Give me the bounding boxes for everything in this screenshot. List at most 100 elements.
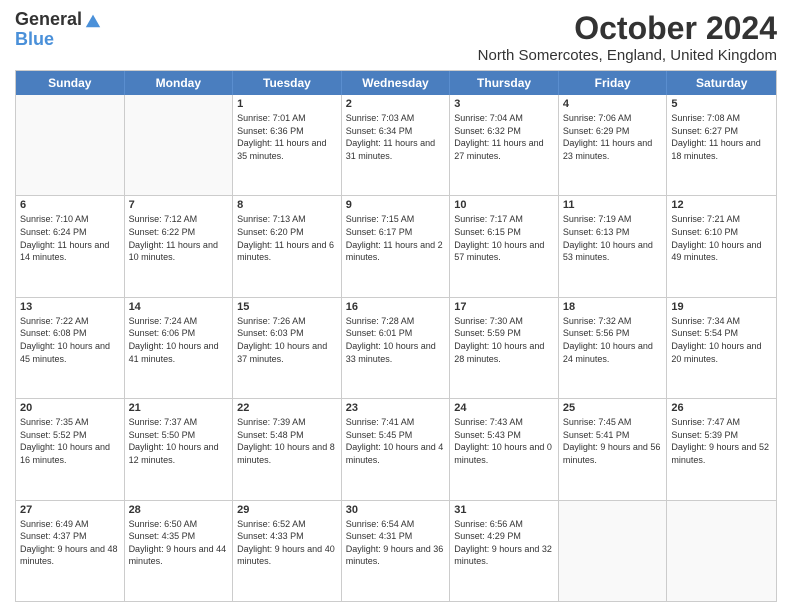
day-header-thursday: Thursday <box>450 71 559 95</box>
day-info: Sunrise: 7:01 AM Sunset: 6:36 PM Dayligh… <box>237 112 337 162</box>
day-info: Sunrise: 7:10 AM Sunset: 6:24 PM Dayligh… <box>20 213 120 263</box>
day-number: 10 <box>454 199 554 211</box>
day-number: 8 <box>237 199 337 211</box>
day-number: 24 <box>454 402 554 414</box>
day-number: 9 <box>346 199 446 211</box>
day-info: Sunrise: 7:26 AM Sunset: 6:03 PM Dayligh… <box>237 315 337 365</box>
day-cell-3: 3Sunrise: 7:04 AM Sunset: 6:32 PM Daylig… <box>450 95 559 195</box>
day-cell-31: 31Sunrise: 6:56 AM Sunset: 4:29 PM Dayli… <box>450 501 559 601</box>
day-cell-8: 8 Sunrise: 7:13 AM Sunset: 6:20 PM Daylig… <box>233 196 342 296</box>
day-number: 28 <box>129 504 229 516</box>
empty-cell-w0d1 <box>125 95 234 195</box>
day-cell-27: 27Sunrise: 6:49 AM Sunset: 4:37 PM Dayli… <box>16 501 125 601</box>
day-cell-22: 22 Sunrise: 7:39 AM Sunset: 5:48 PM Dayli… <box>233 399 342 499</box>
calendar-body: 1 Sunrise: 7:01 AM Sunset: 6:36 PM Daylig… <box>16 95 776 601</box>
logo: General Blue <box>15 10 102 50</box>
day-number: 26 <box>671 402 772 414</box>
day-cell-16: 16 Sunrise: 7:28 AM Sunset: 6:01 PM Dayli… <box>342 298 451 398</box>
day-cell-9: 9 Sunrise: 7:15 AM Sunset: 6:17 PM Daylig… <box>342 196 451 296</box>
header: General Blue October 2024 North Somercot… <box>15 10 777 64</box>
day-info: Sunrise: 7:45 AM Sunset: 5:41 PM Dayligh… <box>563 416 663 466</box>
calendar: SundayMondayTuesdayWednesdayThursdayFrid… <box>15 70 777 602</box>
day-number: 6 <box>20 199 120 211</box>
day-cell-23: 23 Sunrise: 7:41 AM Sunset: 5:45 PM Dayli… <box>342 399 451 499</box>
day-header-sunday: Sunday <box>16 71 125 95</box>
day-number: 22 <box>237 402 337 414</box>
day-cell-19: 19Sunrise: 7:34 AM Sunset: 5:54 PM Dayli… <box>667 298 776 398</box>
empty-cell-w4d5 <box>559 501 668 601</box>
day-info: Sunrise: 7:30 AM Sunset: 5:59 PM Dayligh… <box>454 315 554 365</box>
day-header-wednesday: Wednesday <box>342 71 451 95</box>
day-info: Sunrise: 6:50 AM Sunset: 4:35 PM Dayligh… <box>129 518 229 568</box>
day-number: 29 <box>237 504 337 516</box>
day-header-tuesday: Tuesday <box>233 71 342 95</box>
day-header-friday: Friday <box>559 71 668 95</box>
day-info: Sunrise: 7:22 AM Sunset: 6:08 PM Dayligh… <box>20 315 120 365</box>
day-info: Sunrise: 7:17 AM Sunset: 6:15 PM Dayligh… <box>454 213 554 263</box>
title-block: October 2024 North Somercotes, England, … <box>478 10 777 64</box>
day-cell-7: 7Sunrise: 7:12 AM Sunset: 6:22 PM Daylig… <box>125 196 234 296</box>
day-info: Sunrise: 6:54 AM Sunset: 4:31 PM Dayligh… <box>346 518 446 568</box>
logo-icon <box>84 11 102 29</box>
day-header-monday: Monday <box>125 71 234 95</box>
day-cell-4: 4Sunrise: 7:06 AM Sunset: 6:29 PM Daylig… <box>559 95 668 195</box>
day-info: Sunrise: 7:15 AM Sunset: 6:17 PM Dayligh… <box>346 213 446 263</box>
day-info: Sunrise: 7:06 AM Sunset: 6:29 PM Dayligh… <box>563 112 663 162</box>
day-number: 18 <box>563 301 663 313</box>
day-cell-11: 11 Sunrise: 7:19 AM Sunset: 6:13 PM Dayli… <box>559 196 668 296</box>
logo-text-line1: General <box>15 10 82 30</box>
day-cell-17: 17Sunrise: 7:30 AM Sunset: 5:59 PM Dayli… <box>450 298 559 398</box>
day-info: Sunrise: 6:56 AM Sunset: 4:29 PM Dayligh… <box>454 518 554 568</box>
day-cell-10: 10 Sunrise: 7:17 AM Sunset: 6:15 PM Dayli… <box>450 196 559 296</box>
day-cell-12: 12Sunrise: 7:21 AM Sunset: 6:10 PM Dayli… <box>667 196 776 296</box>
day-info: Sunrise: 7:03 AM Sunset: 6:34 PM Dayligh… <box>346 112 446 162</box>
day-info: Sunrise: 7:32 AM Sunset: 5:56 PM Dayligh… <box>563 315 663 365</box>
day-number: 13 <box>20 301 120 313</box>
day-number: 19 <box>671 301 772 313</box>
day-cell-2: 2 Sunrise: 7:03 AM Sunset: 6:34 PM Daylig… <box>342 95 451 195</box>
day-cell-14: 14Sunrise: 7:24 AM Sunset: 6:06 PM Dayli… <box>125 298 234 398</box>
day-number: 3 <box>454 98 554 110</box>
day-header-saturday: Saturday <box>667 71 776 95</box>
day-info: Sunrise: 7:28 AM Sunset: 6:01 PM Dayligh… <box>346 315 446 365</box>
day-info: Sunrise: 7:41 AM Sunset: 5:45 PM Dayligh… <box>346 416 446 466</box>
day-number: 12 <box>671 199 772 211</box>
day-info: Sunrise: 7:08 AM Sunset: 6:27 PM Dayligh… <box>671 112 772 162</box>
day-number: 2 <box>346 98 446 110</box>
day-cell-29: 29Sunrise: 6:52 AM Sunset: 4:33 PM Dayli… <box>233 501 342 601</box>
day-number: 20 <box>20 402 120 414</box>
day-cell-15: 15Sunrise: 7:26 AM Sunset: 6:03 PM Dayli… <box>233 298 342 398</box>
week-row-3: 13 Sunrise: 7:22 AM Sunset: 6:08 PM Dayli… <box>16 298 776 399</box>
day-info: Sunrise: 7:39 AM Sunset: 5:48 PM Dayligh… <box>237 416 337 466</box>
day-cell-25: 25Sunrise: 7:45 AM Sunset: 5:41 PM Dayli… <box>559 399 668 499</box>
day-number: 1 <box>237 98 337 110</box>
week-row-4: 20 Sunrise: 7:35 AM Sunset: 5:52 PM Dayli… <box>16 399 776 500</box>
subtitle: North Somercotes, England, United Kingdo… <box>478 47 777 64</box>
day-cell-30: 30Sunrise: 6:54 AM Sunset: 4:31 PM Dayli… <box>342 501 451 601</box>
day-info: Sunrise: 7:43 AM Sunset: 5:43 PM Dayligh… <box>454 416 554 466</box>
day-number: 11 <box>563 199 663 211</box>
day-info: Sunrise: 7:35 AM Sunset: 5:52 PM Dayligh… <box>20 416 120 466</box>
empty-cell-w4d6 <box>667 501 776 601</box>
day-number: 7 <box>129 199 229 211</box>
day-cell-1: 1 Sunrise: 7:01 AM Sunset: 6:36 PM Daylig… <box>233 95 342 195</box>
page: General Blue October 2024 North Somercot… <box>0 0 792 612</box>
calendar-header-row: SundayMondayTuesdayWednesdayThursdayFrid… <box>16 71 776 95</box>
day-info: Sunrise: 7:19 AM Sunset: 6:13 PM Dayligh… <box>563 213 663 263</box>
day-number: 21 <box>129 402 229 414</box>
day-cell-6: 6 Sunrise: 7:10 AM Sunset: 6:24 PM Daylig… <box>16 196 125 296</box>
day-cell-13: 13 Sunrise: 7:22 AM Sunset: 6:08 PM Dayli… <box>16 298 125 398</box>
logo-text-line2: Blue <box>15 30 54 50</box>
day-cell-20: 20 Sunrise: 7:35 AM Sunset: 5:52 PM Dayli… <box>16 399 125 499</box>
day-number: 5 <box>671 98 772 110</box>
day-cell-28: 28 Sunrise: 6:50 AM Sunset: 4:35 PM Dayli… <box>125 501 234 601</box>
day-cell-18: 18 Sunrise: 7:32 AM Sunset: 5:56 PM Dayli… <box>559 298 668 398</box>
day-number: 27 <box>20 504 120 516</box>
day-info: Sunrise: 7:47 AM Sunset: 5:39 PM Dayligh… <box>671 416 772 466</box>
day-info: Sunrise: 7:13 AM Sunset: 6:20 PM Dayligh… <box>237 213 337 263</box>
day-cell-24: 24 Sunrise: 7:43 AM Sunset: 5:43 PM Dayli… <box>450 399 559 499</box>
day-number: 16 <box>346 301 446 313</box>
day-cell-26: 26 Sunrise: 7:47 AM Sunset: 5:39 PM Dayli… <box>667 399 776 499</box>
week-row-2: 6 Sunrise: 7:10 AM Sunset: 6:24 PM Daylig… <box>16 196 776 297</box>
day-number: 23 <box>346 402 446 414</box>
